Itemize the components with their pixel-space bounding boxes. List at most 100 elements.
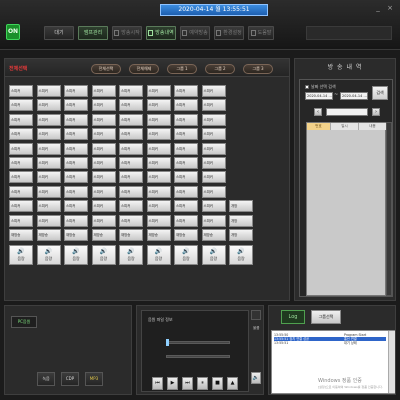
log-scrollbar[interactable]	[388, 331, 395, 393]
deselect-all-button[interactable]: 전체해제	[129, 64, 159, 74]
tab-log[interactable]: Log	[281, 310, 305, 324]
volume-icon[interactable]: 🔈	[251, 372, 261, 384]
speaker-zone-button[interactable]: 스피커	[91, 113, 116, 126]
speaker-zone-button[interactable]: 스피커	[9, 113, 33, 126]
speaker-zone-button[interactable]: 스피커	[174, 113, 198, 126]
speaker-zone-button[interactable]: 스피커	[146, 157, 171, 169]
speaker-zone-button[interactable]: 스피커	[146, 185, 171, 198]
nav-settings[interactable]: 환경설정	[214, 26, 244, 40]
speaker-zone-button[interactable]: 스피커	[64, 214, 88, 227]
search-button[interactable]: 검색	[372, 86, 388, 100]
speaker-zone-button[interactable]: 스피커	[119, 113, 143, 126]
play-button[interactable]: ▶	[167, 377, 178, 390]
speaker-zone-button[interactable]: 스피커	[9, 185, 33, 198]
stop-button[interactable]: ■	[212, 377, 223, 390]
speaker-zone-button[interactable]: 스피커	[119, 171, 143, 184]
speaker-zone-button[interactable]: 스피커	[36, 171, 61, 184]
speaker-zone-button[interactable]: 스피커	[119, 128, 143, 141]
speaker-zone-button[interactable]: 스피커	[201, 99, 226, 112]
speaker-zone-button[interactable]: 재방송	[9, 229, 33, 241]
speaker-zone-button[interactable]: 스피커	[174, 200, 198, 213]
col-number[interactable]: 번호	[307, 123, 331, 130]
speaker-zone-button[interactable]: 스피커	[91, 142, 116, 155]
speaker-zone-button[interactable]: 스피커	[36, 113, 61, 126]
date-to-field[interactable]: 2020-04-14 ...	[340, 92, 368, 100]
speaker-zone-button[interactable]: 스피커	[64, 99, 88, 112]
history-scrollbar[interactable]	[386, 122, 392, 296]
speaker-zone-button[interactable]: 재방송	[64, 229, 88, 241]
col-datetime[interactable]: 일시	[331, 123, 359, 130]
speaker-zone-button[interactable]: 스피커	[36, 185, 61, 198]
speaker-volume-button[interactable]: 🔊 음량	[9, 245, 33, 266]
speaker-volume-button[interactable]: 🔊 음량	[146, 245, 171, 266]
speaker-zone-button[interactable]: 스피커	[64, 185, 88, 198]
speaker-zone-button[interactable]: 재방송	[146, 229, 171, 241]
speaker-zone-button[interactable]: 스피커	[146, 142, 171, 155]
speaker-zone-button[interactable]: 스피커	[64, 171, 88, 184]
speaker-zone-button[interactable]: 스피커	[174, 128, 198, 141]
player-scroll[interactable]	[251, 310, 261, 320]
speaker-zone-button[interactable]: 스피커	[91, 171, 116, 184]
nav-broadcast-history[interactable]: 방송내역	[146, 26, 176, 40]
speaker-zone-button[interactable]: 스피커	[64, 85, 88, 97]
progress-slider[interactable]	[166, 341, 230, 344]
speaker-zone-button[interactable]: 스피커	[174, 171, 198, 184]
speaker-zone-button[interactable]: 스피커	[119, 157, 143, 169]
minimize-button[interactable]: _	[374, 4, 382, 12]
next-track-button[interactable]: ⏭	[182, 377, 193, 390]
speaker-zone-button[interactable]: 스피커	[91, 214, 116, 227]
speaker-zone-button[interactable]: 스피커	[146, 85, 171, 97]
speaker-zone-button[interactable]: 스피커	[9, 214, 33, 227]
speaker-zone-button[interactable]: 스피커	[9, 128, 33, 141]
eject-button[interactable]: ▲	[227, 377, 238, 390]
speaker-zone-button[interactable]: 스피커	[91, 185, 116, 198]
speaker-zone-button[interactable]: 스피커	[36, 142, 61, 155]
select-all-button[interactable]: 전체선택	[91, 64, 121, 74]
speaker-zone-button[interactable]: 스피커	[119, 99, 143, 112]
speaker-zone-button[interactable]: 스피커	[146, 214, 171, 227]
record-button[interactable]: 녹음	[37, 372, 55, 386]
speaker-volume-button[interactable]: 🔊 음량	[174, 245, 198, 266]
speaker-zone-button[interactable]: 스피커	[91, 85, 116, 97]
speaker-zone-button[interactable]: 스피커	[201, 200, 226, 213]
speaker-zone-button[interactable]: 재방송	[201, 229, 226, 241]
speaker-zone-button[interactable]: 스피커	[91, 200, 116, 213]
speaker-zone-button[interactable]: 스피커	[36, 214, 61, 227]
nav-amp-manage[interactable]: 앰프관리	[78, 26, 108, 40]
tab-group-select[interactable]: 그룹선택	[311, 310, 341, 324]
speaker-zone-button[interactable]: 스피커	[64, 157, 88, 169]
speaker-zone-button[interactable]: 스피커	[64, 142, 88, 155]
speaker-zone-button[interactable]: 스피커	[174, 157, 198, 169]
mp3-button[interactable]: MP3	[85, 372, 103, 386]
speaker-zone-button[interactable]: 스피커	[119, 214, 143, 227]
speaker-zone-button[interactable]: 재방송	[36, 229, 61, 241]
speaker-zone-button[interactable]: 스피커	[36, 99, 61, 112]
speaker-zone-button[interactable]: 재방송	[119, 229, 143, 241]
volume-slider[interactable]	[166, 355, 230, 358]
cdp-button[interactable]: CDP	[61, 372, 79, 386]
speaker-zone-button[interactable]: 스피커	[36, 200, 61, 213]
prev-track-button[interactable]: ⏮	[152, 377, 163, 390]
next-page-button[interactable]: ›	[372, 108, 380, 116]
speaker-zone-button[interactable]: 스피커	[91, 128, 116, 141]
speaker-zone-button[interactable]: 스피커	[64, 200, 88, 213]
speaker-zone-button[interactable]: 스피커	[174, 85, 198, 97]
speaker-zone-button[interactable]: 스피커	[146, 99, 171, 112]
speaker-zone-button[interactable]: 스피커	[64, 128, 88, 141]
speaker-zone-button[interactable]: 스피커	[119, 200, 143, 213]
speaker-zone-button[interactable]: 스피커	[201, 157, 226, 169]
speaker-zone-button[interactable]: 스피커	[9, 142, 33, 155]
speaker-volume-button[interactable]: 🔊 음량	[119, 245, 143, 266]
speaker-zone-button[interactable]: 개방	[229, 229, 253, 241]
speaker-zone-button[interactable]: 스피커	[9, 157, 33, 169]
speaker-zone-button[interactable]: 스피커	[174, 142, 198, 155]
speaker-zone-button[interactable]: 스피커	[146, 200, 171, 213]
speaker-zone-button[interactable]: 스피커	[119, 85, 143, 97]
group-1-button[interactable]: 그룹 1	[167, 64, 197, 74]
speaker-zone-button[interactable]: 스피커	[36, 157, 61, 169]
speaker-zone-button[interactable]: 개방	[229, 214, 253, 227]
nav-reserved[interactable]: 예약방송	[180, 26, 210, 40]
nav-broadcast-start[interactable]: 방송시작	[112, 26, 142, 40]
history-list[interactable]: 번호 일시 내용	[306, 122, 387, 296]
speaker-zone-button[interactable]: 스피커	[201, 85, 226, 97]
